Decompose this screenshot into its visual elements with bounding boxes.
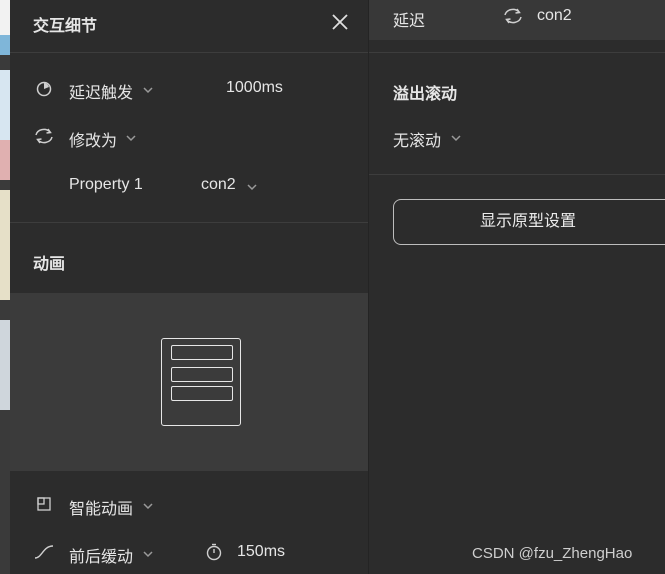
bg-fragment [0,140,10,180]
trigger-label: 延迟触发 [69,85,134,102]
preview-bar [171,345,233,360]
easing-dropdown[interactable]: 前后缓动 [69,543,169,566]
swap-icon [504,8,522,24]
animation-type-label: 智能动画 [69,501,134,518]
bg-fragment [0,35,10,55]
ease-curve-icon [34,545,54,559]
chevron-down-icon [126,135,136,142]
chevron-down-icon [247,184,257,191]
overflow-value: 无滚动 [393,133,442,150]
timer-trigger-icon [36,81,52,97]
action-label: 修改为 [69,133,118,150]
chevron-down-icon [143,87,153,94]
easing-duration-value[interactable]: 150ms [237,543,285,561]
property-value: con2 [201,176,236,193]
close-icon[interactable] [330,12,350,32]
overflow-dropdown[interactable]: 无滚动 [393,127,473,150]
divider [10,52,368,53]
background-app-strip [0,0,10,574]
bg-fragment [0,0,10,35]
trigger-delay-value[interactable]: 1000ms [226,79,283,97]
delay-label: 延迟 [393,13,426,30]
overflow-title: 溢出滚动 [393,86,458,103]
right-top-bar: 延迟 con2 [369,0,665,40]
chevron-down-icon [143,503,153,510]
show-prototype-settings-button[interactable]: 显示原型设置 [393,199,665,245]
animation-type-dropdown[interactable]: 智能动画 [69,495,169,518]
right-panel: 延迟 con2 溢出滚动 无滚动 显示原型设置 [369,0,665,574]
animation-preview [10,293,368,471]
property-name: Property 1 [69,176,143,193]
preview-frame [161,338,241,426]
divider [369,52,665,53]
trigger-dropdown[interactable]: 延迟触发 [69,79,159,102]
divider [10,222,368,223]
smart-animate-icon [37,497,51,511]
panel-title: 交互细节 [33,18,98,35]
watermark: CSDN @fzu_ZhengHao [472,545,633,562]
easing-label: 前后缓动 [69,549,134,566]
divider [369,174,665,175]
action-dropdown[interactable]: 修改为 [69,127,149,150]
target-value[interactable]: con2 [537,7,572,25]
preview-bar [171,386,233,401]
swap-icon [35,128,53,144]
bg-fragment [0,70,10,140]
preview-bar [171,367,233,382]
stopwatch-icon [206,543,222,561]
chevron-down-icon [143,551,153,558]
interaction-details-panel: 交互细节 延迟触发 1000ms 修改为 Property 1 con2 动画 [10,0,369,574]
animation-section-title: 动画 [33,256,66,273]
bg-fragment [0,320,10,410]
property-value-dropdown[interactable]: con2 [201,176,271,198]
bg-fragment [0,190,10,300]
chevron-down-icon [451,135,461,142]
